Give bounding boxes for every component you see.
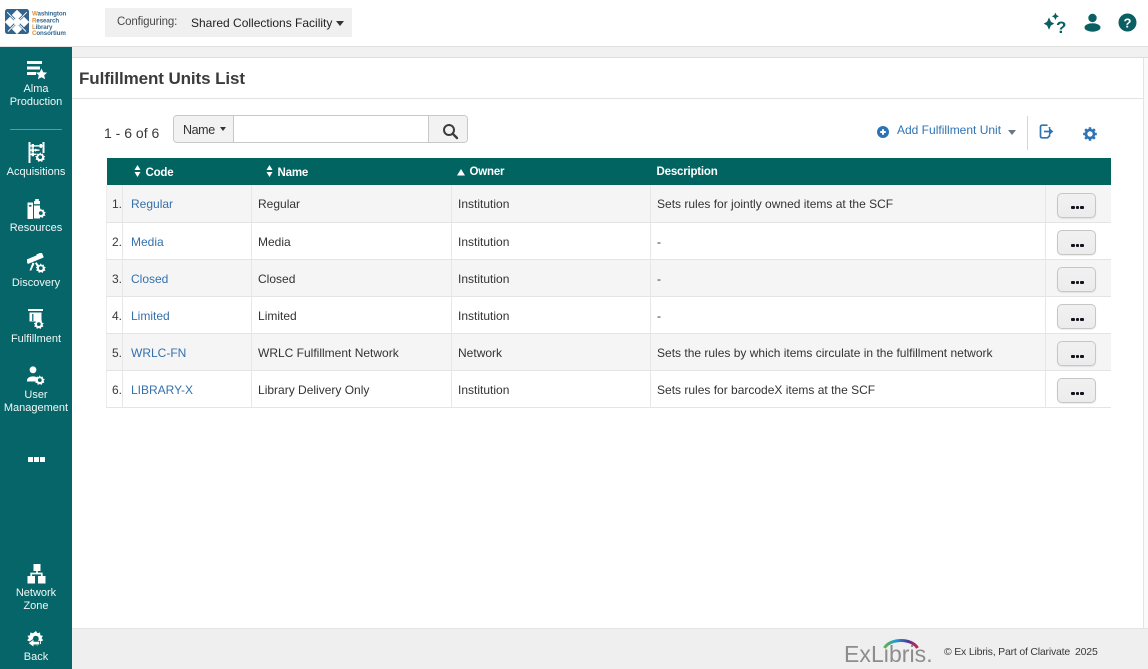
svg-text:?: ? bbox=[1056, 18, 1066, 37]
svg-text:?: ? bbox=[1124, 16, 1132, 31]
svg-text:Consortium: Consortium bbox=[32, 30, 66, 35]
